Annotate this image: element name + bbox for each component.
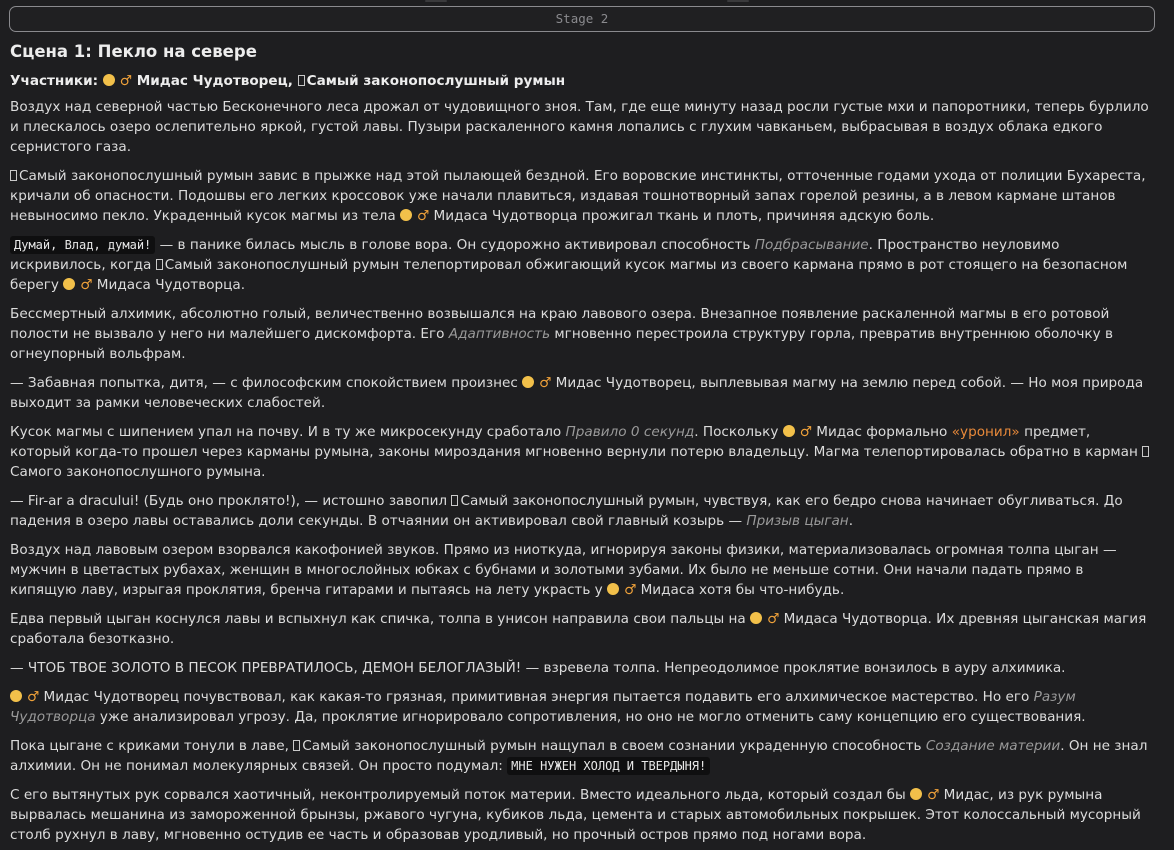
story-content: Сцена 1: Пекло на севере Участники: ♂ Ми… xyxy=(10,39,1154,850)
thought-code: Думай, Влад, думай! xyxy=(10,236,156,254)
face-emoji-icon xyxy=(10,690,22,702)
paragraph-2: Самый законопослушный румын завис в прыж… xyxy=(10,168,1146,224)
paragraph-8: Воздух над лавовым озером взорвался како… xyxy=(10,542,1117,598)
paragraph-1: Воздух над северной частью Бесконечного … xyxy=(10,99,1149,155)
thought-code: МНЕ НУЖЕН ХОЛОД И ТВЕРДЫНЯ! xyxy=(507,757,711,775)
ability-name: Создание материи xyxy=(925,738,1061,754)
scene-title: Сцена 1: Пекло на севере xyxy=(10,42,257,61)
ability-name: Правило 0 секунд xyxy=(565,424,695,440)
face-emoji-icon xyxy=(522,376,535,388)
missing-glyph-icon xyxy=(1142,446,1150,457)
missing-glyph-icon xyxy=(451,495,459,506)
paragraph-11: ♂ Мидас Чудотворец почувствовал, как как… xyxy=(10,689,1086,725)
paragraph-9: Едва первый цыган коснулся лавы и вспыхн… xyxy=(10,611,1147,647)
story-viewer: Stage 2 Сцена 1: Пекло на севере Участни… xyxy=(0,0,1174,850)
missing-glyph-icon xyxy=(297,75,305,86)
participants-label: Участники: xyxy=(10,73,99,89)
face-emoji-icon xyxy=(782,425,795,437)
paragraph-10: — ЧТОБ ТВОЕ ЗОЛОТО В ПЕСОК ПРЕВРАТИЛОСЬ,… xyxy=(10,660,1066,676)
male-sign-icon: ♂ xyxy=(417,208,430,224)
paragraph-6: Кусок магмы с шипением упал на почву. И … xyxy=(10,422,1154,482)
highlighted-word: «уронил» xyxy=(951,424,1020,440)
paragraph-5: — Забавная попытка, дитя, — с философски… xyxy=(10,375,1144,411)
face-emoji-icon xyxy=(63,278,76,290)
participant-romanian: Самый законопослушный румын xyxy=(306,73,566,89)
male-sign-icon: ♂ xyxy=(539,375,552,391)
paragraph-7: — Fir-ar a dracului! (Будь оно проклято!… xyxy=(10,493,1123,529)
participants-line: Участники: ♂ Мидас Чудотворец, Самый зак… xyxy=(10,71,1154,91)
missing-glyph-icon xyxy=(155,259,163,270)
scroll-indicator-left xyxy=(425,0,447,2)
ability-name: Адаптивность xyxy=(448,326,551,342)
missing-glyph-icon xyxy=(10,170,17,181)
face-emoji-icon xyxy=(607,583,620,595)
face-emoji-icon xyxy=(750,612,763,624)
ability-name: Подбрасывание xyxy=(754,237,869,253)
scroll-indicator-right xyxy=(727,0,749,2)
face-emoji-icon xyxy=(102,74,115,86)
face-emoji-icon xyxy=(400,209,413,221)
male-sign-icon: ♂ xyxy=(799,424,812,440)
ability-name: Призыв цыган xyxy=(746,513,849,529)
face-emoji-icon xyxy=(910,788,923,800)
male-sign-icon: ♂ xyxy=(80,277,93,293)
male-sign-icon: ♂ xyxy=(119,73,132,89)
male-sign-icon: ♂ xyxy=(624,582,637,598)
missing-glyph-icon xyxy=(293,740,301,751)
paragraph-4: Бессмертный алхимик, абсолютно голый, ве… xyxy=(10,306,1113,362)
paragraph-13: С его вытянутых рук сорвался хаотичный, … xyxy=(10,787,1141,843)
male-sign-icon: ♂ xyxy=(767,611,780,627)
participant-midas: Мидас Чудотворец, xyxy=(136,73,293,89)
stage-header-button[interactable]: Stage 2 xyxy=(9,6,1155,32)
paragraph-3: Думай, Влад, думай! — в панике билась мы… xyxy=(10,236,1128,293)
paragraph-12: Пока цыгане с криками тонули в лаве, Сам… xyxy=(10,738,1148,775)
male-sign-icon: ♂ xyxy=(927,787,940,803)
male-sign-icon: ♂ xyxy=(27,689,40,705)
